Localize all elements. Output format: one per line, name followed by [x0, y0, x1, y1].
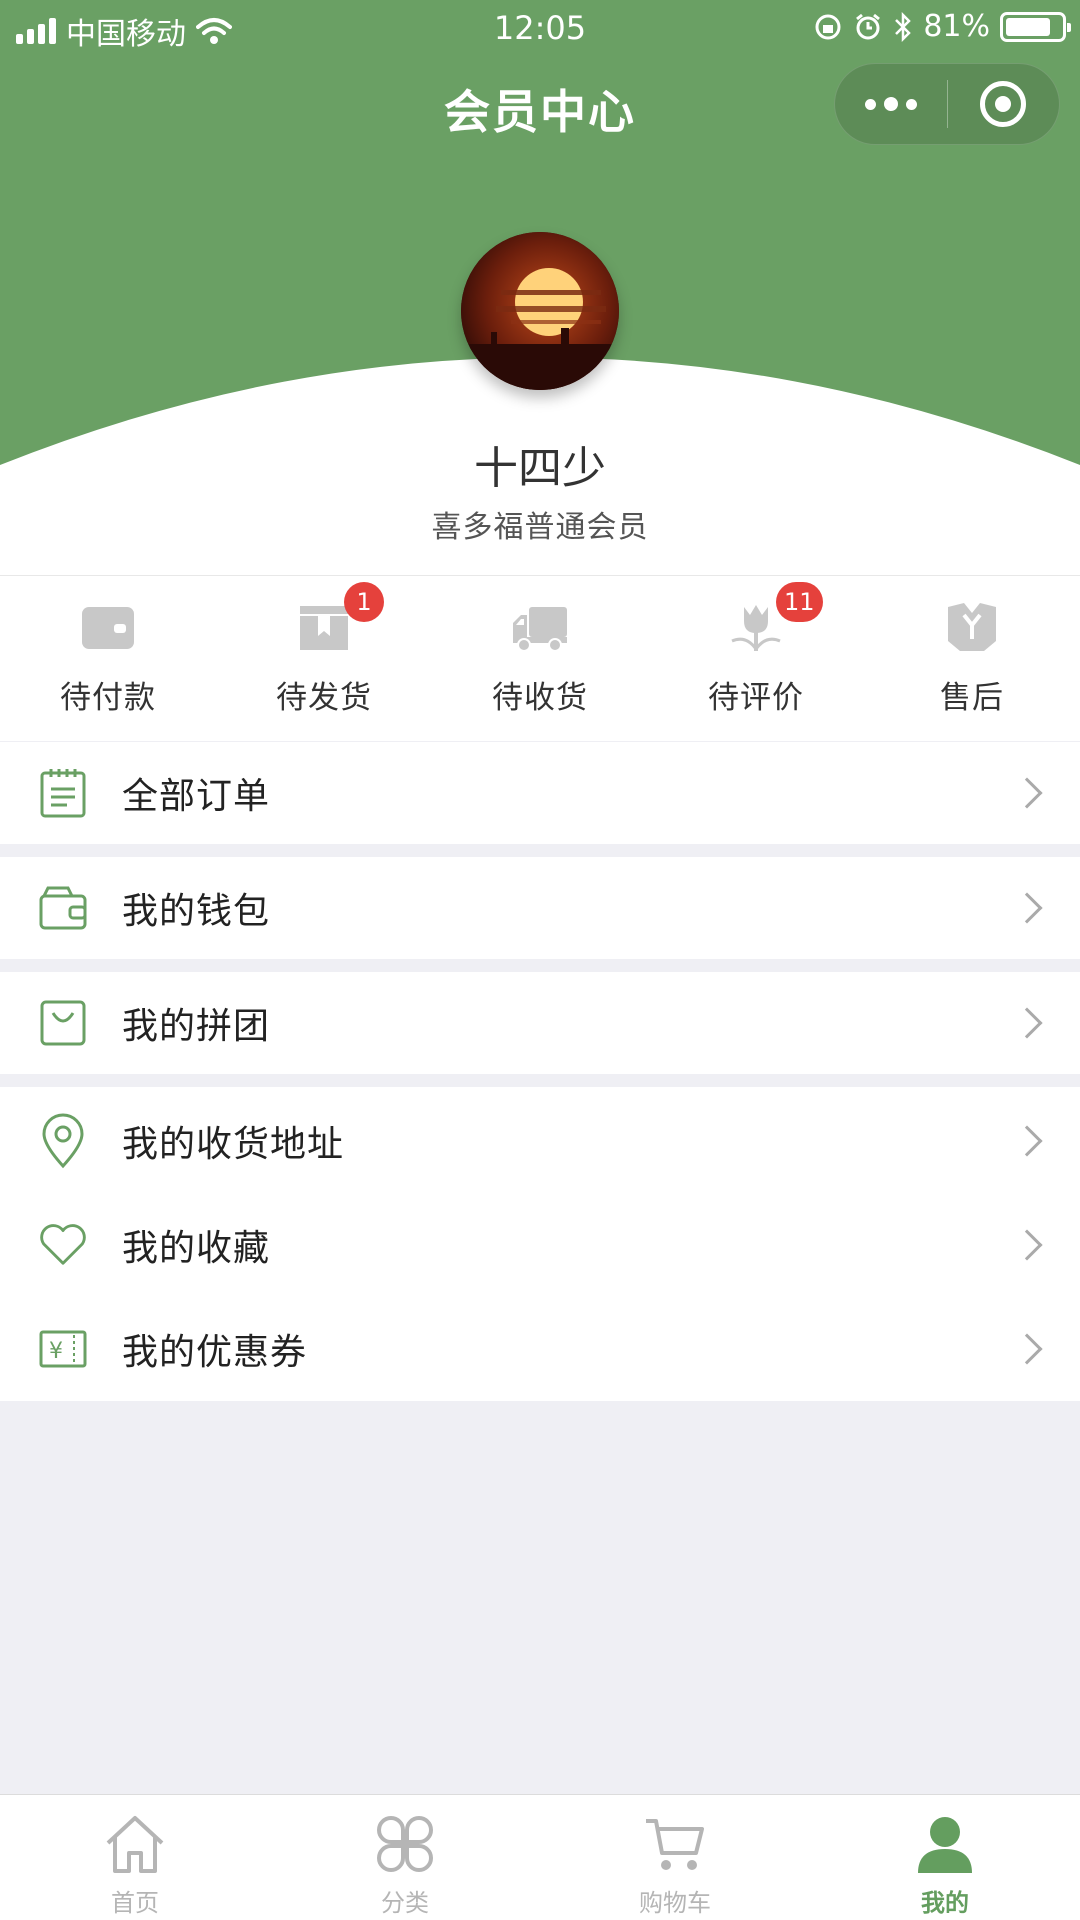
coupon-icon: ¥	[38, 1324, 88, 1374]
order-pending-shipment[interactable]: 待发货 1	[216, 576, 432, 741]
profile-header: 中国移动 12:05 81% 会员中心 十四少 喜多福普通会员	[0, 0, 1080, 575]
tab-cart[interactable]: 购物车	[540, 1795, 810, 1920]
order-label: 售后	[940, 680, 1004, 716]
menu-group-group-buy: 我的拼团	[0, 972, 1080, 1074]
chevron-right-icon	[1011, 892, 1043, 924]
order-status-row: 待付款 待发货 1 待收货 待评价 11 售后	[0, 575, 1080, 741]
chevron-right-icon	[1011, 1229, 1043, 1261]
heart-icon	[38, 1220, 88, 1270]
menu-group-personal: 我的收货地址 我的收藏 ¥ 我的优惠券	[0, 1087, 1080, 1401]
menu-item-group-buy[interactable]: 我的拼团	[0, 972, 1080, 1074]
user-icon	[910, 1811, 980, 1877]
battery-percent: 81%	[923, 9, 990, 44]
order-pending-review[interactable]: 待评价 11	[648, 576, 864, 741]
tab-mine[interactable]: 我的	[810, 1795, 1080, 1920]
menu-label: 我的钱包	[122, 891, 271, 932]
tab-label: 首页	[111, 1889, 159, 1917]
bluetooth-icon	[895, 11, 912, 42]
cart-icon	[640, 1811, 710, 1877]
mini-program-close-icon[interactable]	[948, 64, 1060, 144]
menu-label: 我的拼团	[122, 1006, 271, 1047]
menu-group-orders: 全部订单	[0, 742, 1080, 844]
location-pin-icon	[38, 1113, 88, 1169]
home-icon	[100, 1811, 170, 1877]
menu-group-wallet: 我的钱包	[0, 857, 1080, 959]
bottom-tab-bar: 首页 分类 购物车 我的	[0, 1794, 1080, 1920]
order-label: 待付款	[60, 680, 156, 716]
menu-item-favorites[interactable]: 我的收藏	[0, 1193, 1080, 1297]
menu-item-address[interactable]: 我的收货地址	[0, 1089, 1080, 1193]
more-dots-icon[interactable]	[835, 64, 947, 144]
wallet-outline-icon	[38, 883, 88, 933]
svg-text:¥: ¥	[49, 1339, 63, 1364]
menu-label: 全部订单	[122, 776, 271, 817]
status-bar: 中国移动 12:05 81%	[0, 0, 1080, 54]
username: 十四少	[474, 443, 606, 494]
chevron-right-icon	[1011, 1333, 1043, 1365]
order-label: 待发货	[276, 680, 372, 716]
chevron-right-icon	[1011, 1125, 1043, 1157]
menu-label: 我的收货地址	[122, 1124, 345, 1165]
tab-label: 我的	[921, 1889, 969, 1917]
shopping-bag-icon	[38, 998, 88, 1048]
menu-item-wallet[interactable]: 我的钱包	[0, 857, 1080, 959]
tab-label: 分类	[381, 1889, 429, 1917]
menu-item-coupons[interactable]: ¥ 我的优惠券	[0, 1297, 1080, 1401]
count-badge: 1	[344, 582, 384, 622]
tab-home[interactable]: 首页	[0, 1795, 270, 1920]
order-pending-receipt[interactable]: 待收货	[432, 576, 648, 741]
wallet-icon	[78, 598, 138, 658]
chevron-right-icon	[1011, 777, 1043, 809]
tab-label: 购物车	[639, 1889, 711, 1917]
order-label: 待评价	[708, 680, 804, 716]
order-list-icon	[38, 768, 88, 818]
truck-icon	[510, 598, 570, 658]
rotation-lock-icon	[815, 14, 841, 39]
tab-category[interactable]: 分类	[270, 1795, 540, 1920]
menu-label: 我的优惠券	[122, 1332, 308, 1373]
category-icon	[370, 1811, 440, 1877]
battery-icon	[1000, 11, 1071, 42]
order-label: 待收货	[492, 680, 588, 716]
avatar[interactable]	[461, 232, 619, 390]
mini-program-capsule	[834, 63, 1060, 145]
menu-item-all-orders[interactable]: 全部订单	[0, 742, 1080, 844]
order-pending-payment[interactable]: 待付款	[0, 576, 216, 741]
menu-label: 我的收藏	[122, 1228, 271, 1269]
aftersale-icon	[942, 598, 1002, 658]
order-after-sale[interactable]: 售后	[864, 576, 1080, 741]
count-badge: 11	[776, 582, 823, 622]
chevron-right-icon	[1011, 1007, 1043, 1039]
alarm-icon	[856, 13, 881, 39]
member-level: 喜多福普通会员	[431, 510, 649, 545]
